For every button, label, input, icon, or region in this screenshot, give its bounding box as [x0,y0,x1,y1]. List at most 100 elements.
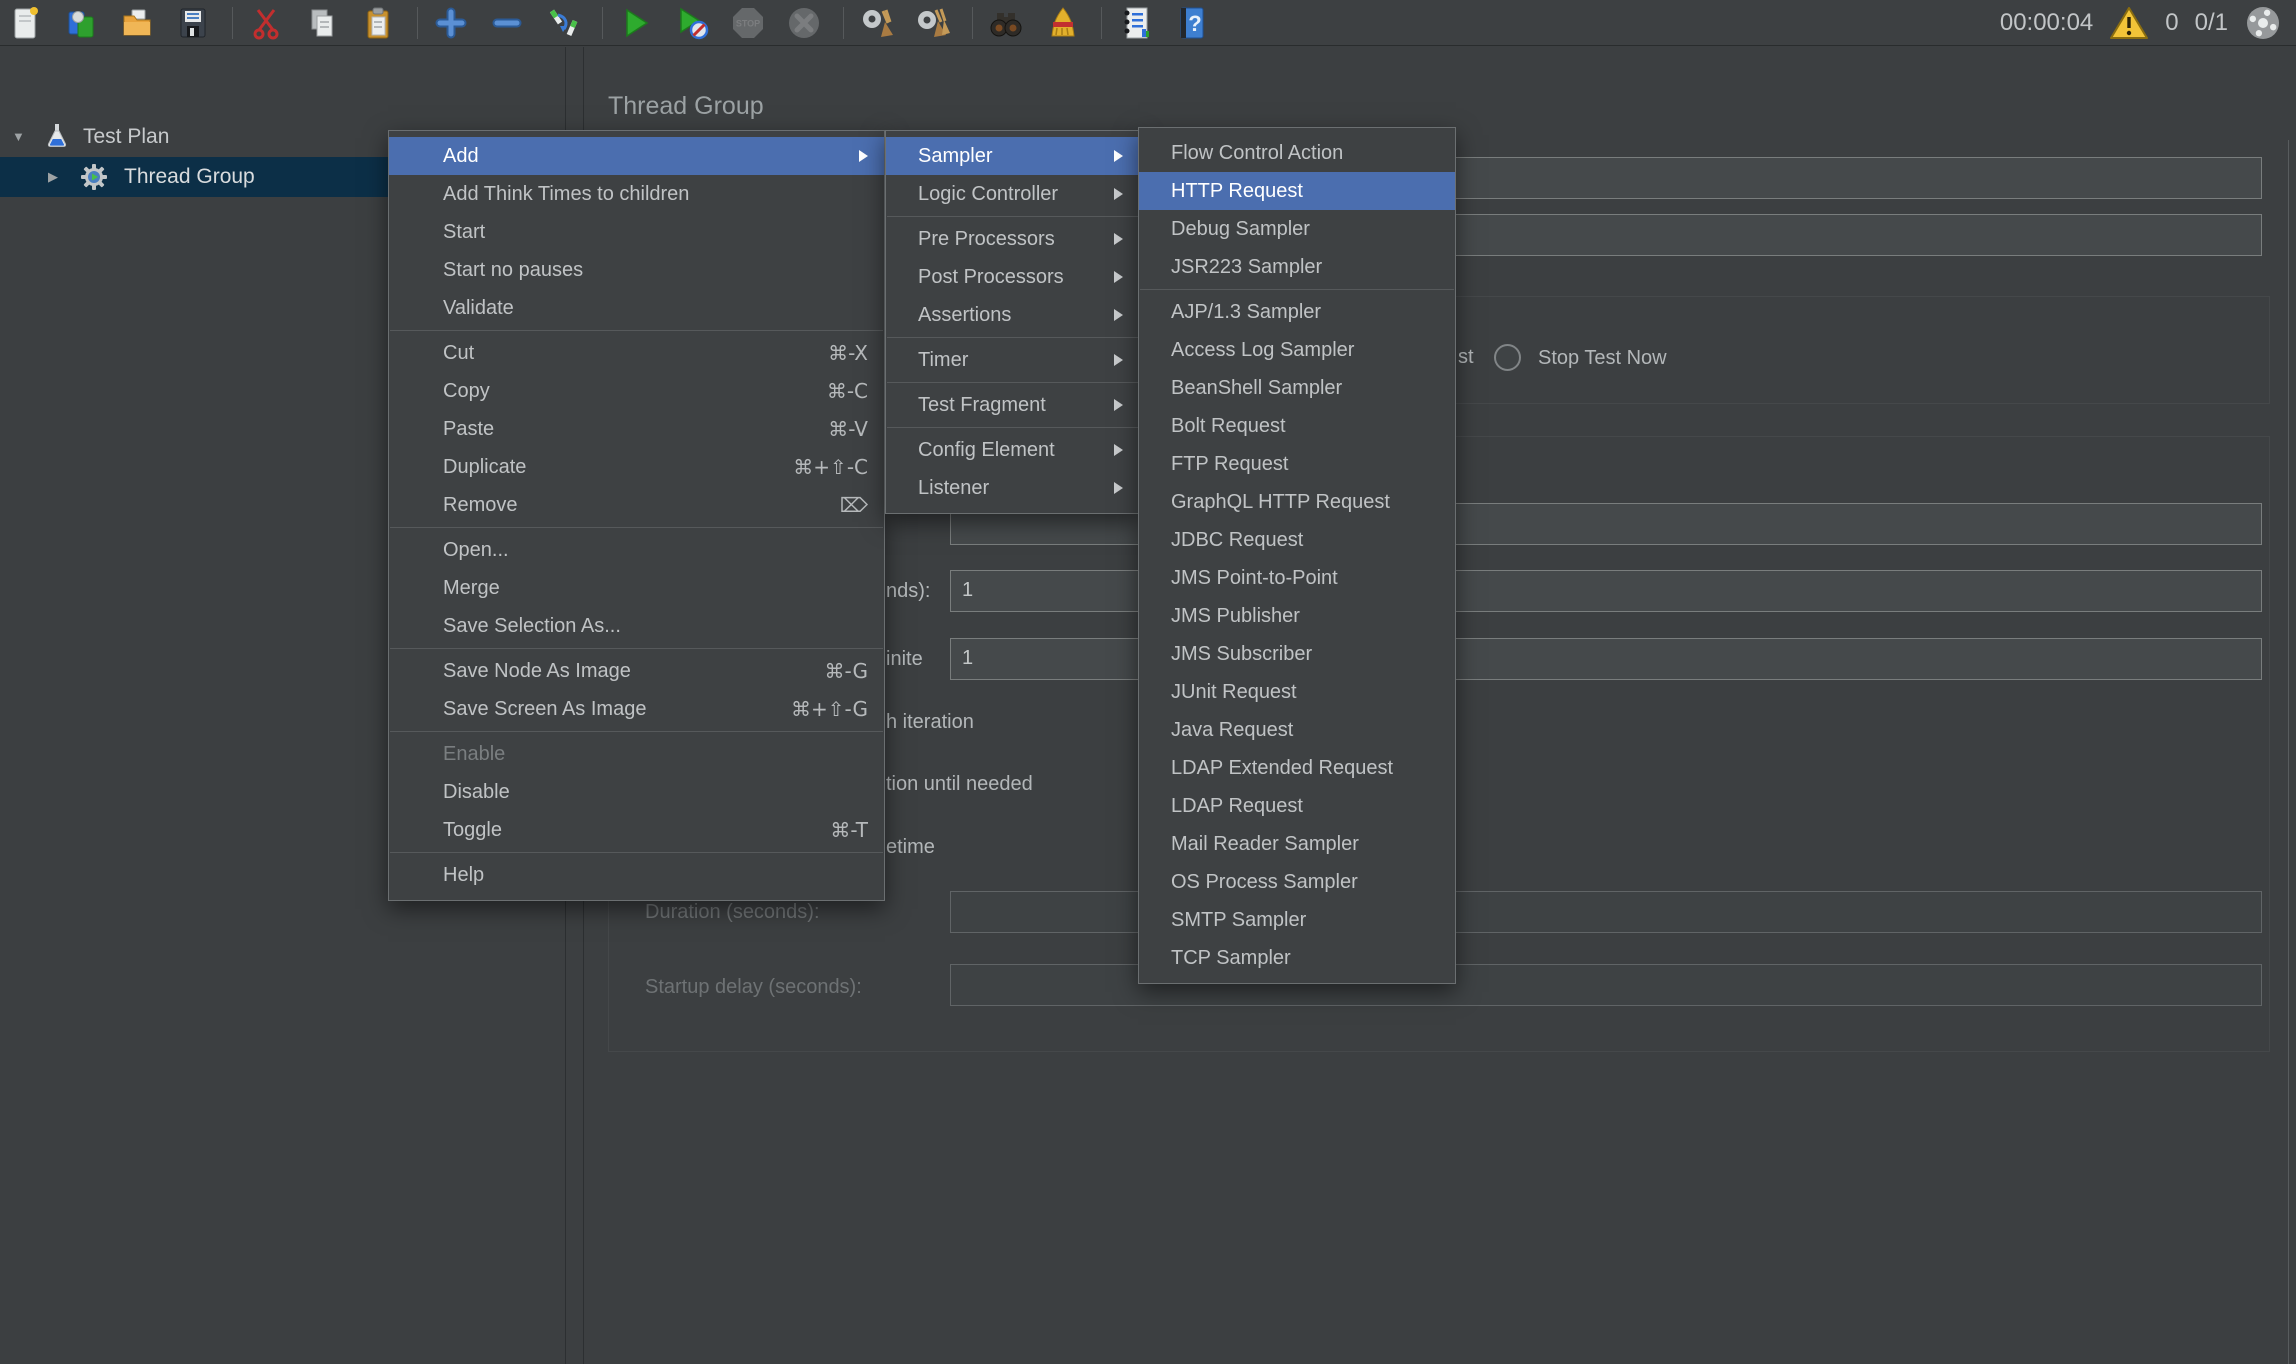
menu-item-enable: Enable [389,735,884,773]
menu-item-assertions[interactable]: Assertions [886,296,1139,334]
thread-group-gear-icon [80,163,108,191]
templates-icon [64,5,98,41]
menu-item-start-no-pauses[interactable]: Start no pauses [389,251,884,289]
menu-separator [887,382,1138,383]
menu-item-ldap-request[interactable]: LDAP Request [1139,787,1455,825]
menu-item-label: Listener [918,477,989,500]
reset-search-broom-icon [1045,5,1079,41]
menu-item-test-fragment[interactable]: Test Fragment [886,386,1139,424]
menu-item-jms-publisher[interactable]: JMS Publisher [1139,597,1455,635]
toolbar-status: 00:00:04 0 0/1 [2000,4,2296,42]
menu-item-pre-processors[interactable]: Pre Processors [886,220,1139,258]
menu-item-help[interactable]: Help [389,856,884,894]
paste-clipboard-icon [361,5,395,41]
menu-item-bolt-request[interactable]: Bolt Request [1139,407,1455,445]
collapse-all-button[interactable] [488,3,526,43]
menu-item-add-think-times-to-children[interactable]: Add Think Times to children [389,175,884,213]
menu-item-label: OS Process Sampler [1171,871,1358,894]
menu-item-label: TCP Sampler [1171,947,1291,970]
submenu-arrow-icon [1114,399,1123,411]
menu-item-timer[interactable]: Timer [886,341,1139,379]
menu-item-label: SMTP Sampler [1171,909,1306,932]
menu-item-remove[interactable]: Remove⌦ [389,486,884,524]
open-button[interactable] [118,3,156,43]
stop-test-now-radio[interactable] [1494,344,1521,371]
menu-shortcut: ⌘-G [787,659,868,683]
menu-item-jms-subscriber[interactable]: JMS Subscriber [1139,635,1455,673]
menu-item-ftp-request[interactable]: FTP Request [1139,445,1455,483]
menu-item-validate[interactable]: Validate [389,289,884,327]
menu-item-post-processors[interactable]: Post Processors [886,258,1139,296]
menu-item-http-request[interactable]: HTTP Request [1139,172,1455,210]
menu-item-save-node-as-image[interactable]: Save Node As Image ⌘-G [389,652,884,690]
menu-item-open[interactable]: Open... [389,531,884,569]
menu-item-junit-request[interactable]: JUnit Request [1139,673,1455,711]
menu-shortcut: ⌦ [802,493,868,517]
menu-item-label: Save Node As Image [443,660,631,683]
start-icon [618,5,654,41]
warning-icon[interactable] [2109,5,2149,41]
reset-search-button[interactable] [1043,3,1081,43]
expand-arrow-icon[interactable]: ▶ [48,169,58,185]
menu-item-smtp-sampler[interactable]: SMTP Sampler [1139,901,1455,939]
menu-item-listener[interactable]: Listener [886,469,1139,507]
menu-item-disable[interactable]: Disable [389,773,884,811]
shutdown-icon [786,5,822,41]
collapse-arrow-icon[interactable]: ▼ [12,129,25,144]
paste-button[interactable] [359,3,397,43]
menu-item-save-screen-as-image[interactable]: Save Screen As Image⌘+⇧-G [389,690,884,728]
start-button[interactable] [617,3,655,43]
menu-item-ajp-1-3-sampler[interactable]: AJP/1.3 Sampler [1139,293,1455,331]
menu-item-access-log-sampler[interactable]: Access Log Sampler [1139,331,1455,369]
menu-separator [390,527,883,528]
new-button[interactable] [6,3,44,43]
menu-item-beanshell-sampler[interactable]: BeanShell Sampler [1139,369,1455,407]
menu-item-os-process-sampler[interactable]: OS Process Sampler [1139,863,1455,901]
menu-item-config-element[interactable]: Config Element [886,431,1139,469]
menu-item-jsr223-sampler[interactable]: JSR223 Sampler [1139,248,1455,286]
function-helper-button[interactable] [1116,3,1154,43]
menu-item-mail-reader-sampler[interactable]: Mail Reader Sampler [1139,825,1455,863]
clear-button[interactable] [858,3,896,43]
cut-button[interactable] [247,3,285,43]
start-no-pauses-button[interactable] [673,3,711,43]
menu-item-duplicate[interactable]: Duplicate⌘+⇧-C [389,448,884,486]
menu-item-jms-point-to-point[interactable]: JMS Point-to-Point [1139,559,1455,597]
toggle-button[interactable] [544,3,582,43]
menu-item-label: FTP Request [1171,453,1288,476]
templates-button[interactable] [62,3,100,43]
expand-all-button[interactable] [432,3,470,43]
menu-item-sampler[interactable]: Sampler [886,137,1139,175]
test-plan-flask-icon [44,123,70,149]
menu-item-jdbc-request[interactable]: JDBC Request [1139,521,1455,559]
menu-item-graphql-http-request[interactable]: GraphQL HTTP Request [1139,483,1455,521]
menu-item-save-selection-as[interactable]: Save Selection As... [389,607,884,645]
menu-item-label: Cut [443,342,474,365]
menu-item-add[interactable]: Add [389,137,884,175]
menu-item-java-request[interactable]: Java Request [1139,711,1455,749]
menu-item-start[interactable]: Start [389,213,884,251]
menu-item-merge[interactable]: Merge [389,569,884,607]
menu-item-logic-controller[interactable]: Logic Controller [886,175,1139,213]
save-button[interactable] [174,3,212,43]
menu-item-label: Validate [443,297,514,320]
clear-all-button[interactable] [914,3,952,43]
menu-item-label: JMS Point-to-Point [1171,567,1338,590]
clear-icon [859,5,895,41]
menu-item-copy[interactable]: Copy⌘-C [389,372,884,410]
menu-item-cut[interactable]: Cut⌘-X [389,334,884,372]
copy-button[interactable] [303,3,341,43]
menu-item-toggle[interactable]: Toggle⌘-T [389,811,884,849]
menu-item-ldap-extended-request[interactable]: LDAP Extended Request [1139,749,1455,787]
submenu-arrow-icon [1114,309,1123,321]
rampup-label-fragment: nds): [886,580,930,603]
search-button[interactable] [987,3,1025,43]
menu-item-tcp-sampler[interactable]: TCP Sampler [1139,939,1455,977]
menu-item-flow-control-action[interactable]: Flow Control Action [1139,134,1455,172]
thread-lifetime-label-fragment: etime [886,836,935,859]
delay-creation-label-fragment: tion until needed [886,773,1033,796]
menu-item-debug-sampler[interactable]: Debug Sampler [1139,210,1455,248]
help-button[interactable]: ? [1172,3,1210,43]
menu-item-paste[interactable]: Paste⌘-V [389,410,884,448]
toolbar-separator [972,7,973,39]
